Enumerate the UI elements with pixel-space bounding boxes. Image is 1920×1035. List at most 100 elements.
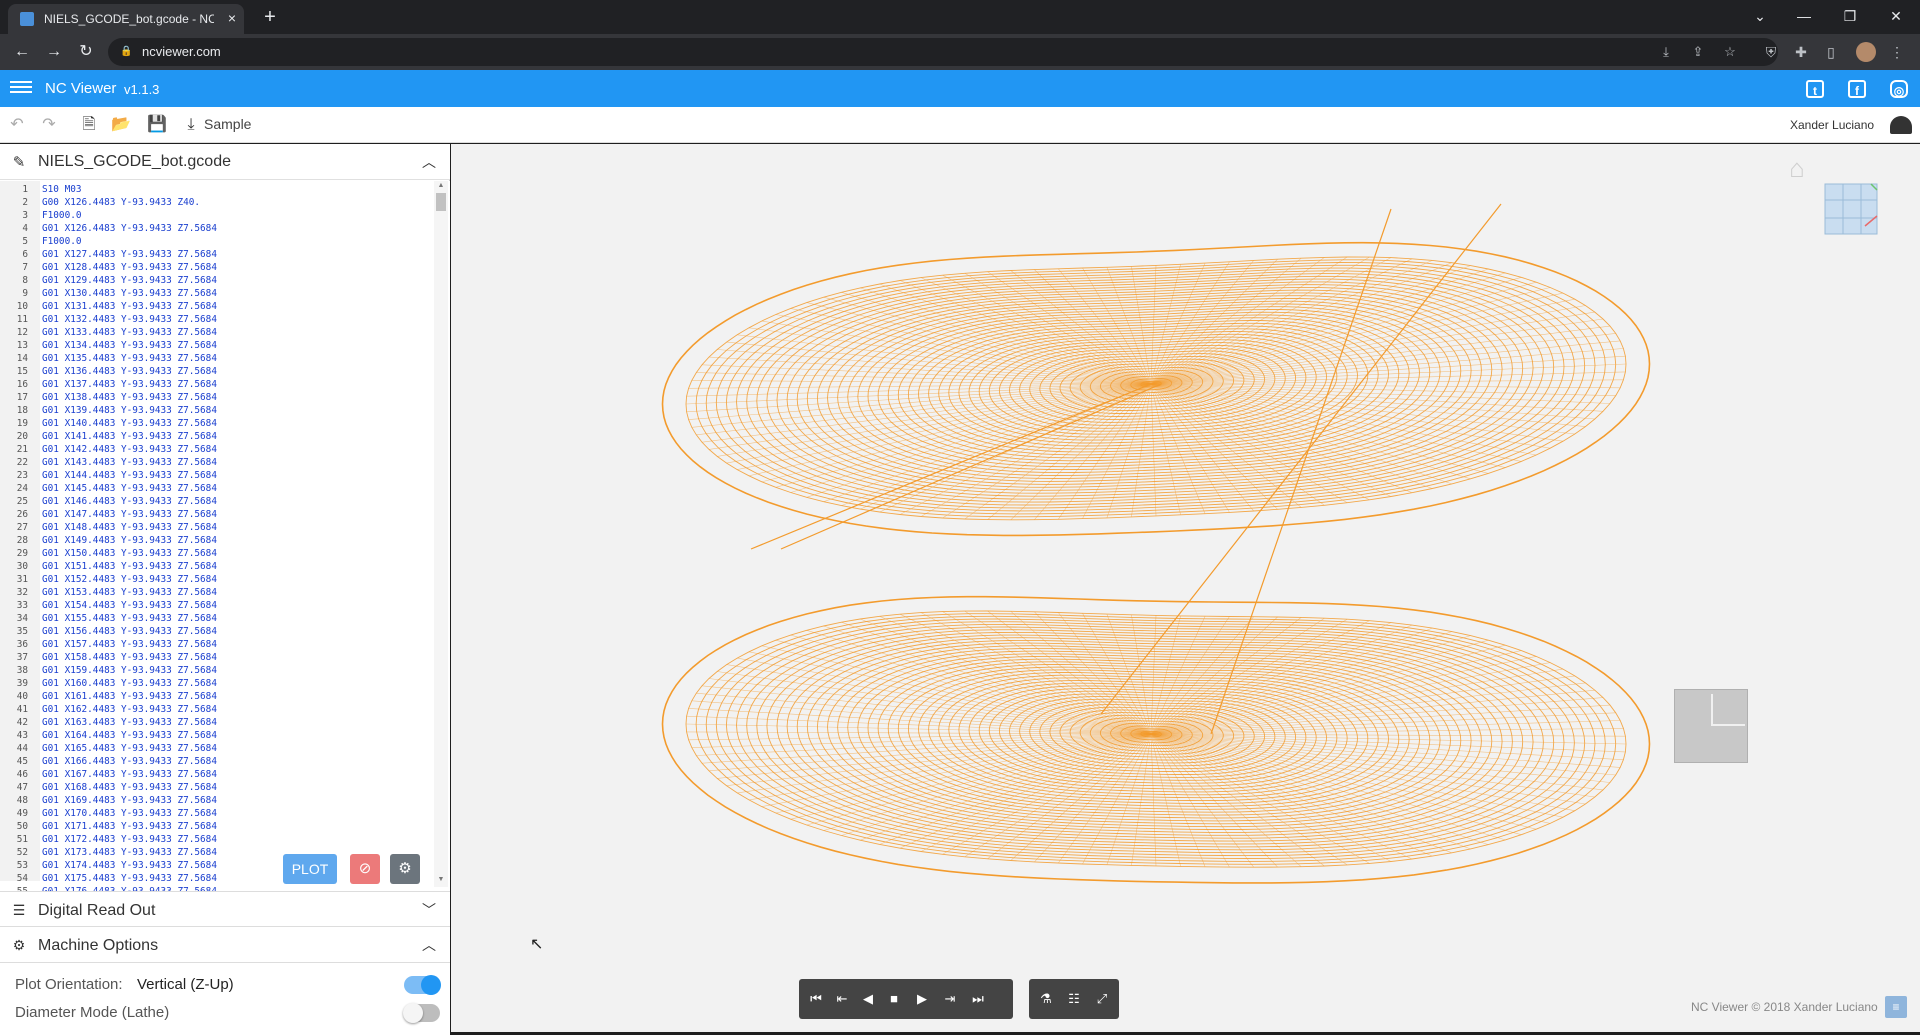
omnibox[interactable]: 🔒 ncviewer.com ⤓ ⇪ ☆ [108,38,1778,66]
sample-button[interactable]: Sample [204,116,251,132]
tab-close-icon[interactable]: × [224,10,240,26]
code-line[interactable]: 29 G01 X150.4483 Y-93.9433 Z7.5684 [0,547,432,560]
line-code[interactable]: G01 X136.4483 Y-93.9433 Z7.5684 [34,365,217,378]
line-code[interactable]: G01 X161.4483 Y-93.9433 Z7.5684 [34,690,217,703]
code-line[interactable]: 1 S10 M03 [0,183,432,196]
line-code[interactable]: G01 X137.4483 Y-93.9433 Z7.5684 [34,378,217,391]
code-line[interactable]: 50 G01 X171.4483 Y-93.9433 Z7.5684 [0,820,432,833]
dro-panel-header[interactable]: ☰ Digital Read Out ﹀ [0,891,450,927]
code-line[interactable]: 7 G01 X128.4483 Y-93.9433 Z7.5684 [0,261,432,274]
line-code[interactable]: F1000.0 [34,235,82,248]
line-code[interactable]: G01 X144.4483 Y-93.9433 Z7.5684 [34,469,217,482]
code-line[interactable]: 37 G01 X158.4483 Y-93.9433 Z7.5684 [0,651,432,664]
line-code[interactable]: G01 X160.4483 Y-93.9433 Z7.5684 [34,677,217,690]
code-line[interactable]: 6 G01 X127.4483 Y-93.9433 Z7.5684 [0,248,432,261]
code-line[interactable]: 34 G01 X155.4483 Y-93.9433 Z7.5684 [0,612,432,625]
code-line[interactable]: 48 G01 X169.4483 Y-93.9433 Z7.5684 [0,794,432,807]
line-code[interactable]: G01 X139.4483 Y-93.9433 Z7.5684 [34,404,217,417]
line-code[interactable]: G01 X141.4483 Y-93.9433 Z7.5684 [34,430,217,443]
save-icon[interactable]: 💾 [146,115,168,135]
file-header[interactable]: ✎ NIELS_GCODE_bot.gcode ︿ [0,144,450,180]
new-tab-button[interactable]: + [258,6,282,28]
line-code[interactable]: G01 X150.4483 Y-93.9433 Z7.5684 [34,547,217,560]
plot-button[interactable]: PLOT [283,854,337,884]
code-line[interactable]: 51 G01 X172.4483 Y-93.9433 Z7.5684 [0,833,432,846]
code-line[interactable]: 4 G01 X126.4483 Y-93.9433 Z7.5684 [0,222,432,235]
line-code[interactable]: G01 X173.4483 Y-93.9433 Z7.5684 [34,846,217,859]
line-code[interactable]: G01 X148.4483 Y-93.9433 Z7.5684 [34,521,217,534]
line-code[interactable]: G01 X138.4483 Y-93.9433 Z7.5684 [34,391,217,404]
code-line[interactable]: 25 G01 X146.4483 Y-93.9433 Z7.5684 [0,495,432,508]
line-code[interactable]: G01 X145.4483 Y-93.9433 Z7.5684 [34,482,217,495]
play-icon[interactable]: ▶ [911,989,933,1009]
chevron-down-icon[interactable]: ﹀ [420,902,438,918]
new-file-icon[interactable]: 🗎 [78,115,100,135]
code-line[interactable]: 13 G01 X134.4483 Y-93.9433 Z7.5684 [0,339,432,352]
line-code[interactable]: G01 X157.4483 Y-93.9433 Z7.5684 [34,638,217,651]
line-code[interactable]: G01 X165.4483 Y-93.9433 Z7.5684 [34,742,217,755]
code-line[interactable]: 22 G01 X143.4483 Y-93.9433 Z7.5684 [0,456,432,469]
redo-icon[interactable]: ↷ [38,115,60,135]
line-code[interactable]: G01 X159.4483 Y-93.9433 Z7.5684 [34,664,217,677]
share-icon[interactable]: ⇪ [1688,43,1708,61]
3d-viewport[interactable]: ⌂ ↖ ⏮ ⇤ ◀ ■ ▶ ⇥ ⏭ ⚗ ☷ ⤢ NC Viewer © 2018… [451,144,1920,1032]
line-code[interactable]: G00 X126.4483 Y-93.9433 Z40. [34,196,200,209]
diameter-mode-toggle[interactable] [403,1003,440,1023]
line-code[interactable]: G01 X151.4483 Y-93.9433 Z7.5684 [34,560,217,573]
line-code[interactable]: G01 X146.4483 Y-93.9433 Z7.5684 [34,495,217,508]
code-lines[interactable]: 1 S10 M03 2 G00 X126.4483 Y-93.9433 Z40. 3 F1… [0,183,432,898]
code-line[interactable]: 31 G01 X152.4483 Y-93.9433 Z7.5684 [0,573,432,586]
line-code[interactable]: G01 X169.4483 Y-93.9433 Z7.5684 [34,794,217,807]
line-code[interactable]: G01 X126.4483 Y-93.9433 Z7.5684 [34,222,217,235]
line-code[interactable]: G01 X162.4483 Y-93.9433 Z7.5684 [34,703,217,716]
code-line[interactable]: 11 G01 X132.4483 Y-93.9433 Z7.5684 [0,313,432,326]
code-line[interactable]: 26 G01 X147.4483 Y-93.9433 Z7.5684 [0,508,432,521]
chevron-up-icon[interactable]: ︿ [420,154,438,170]
code-line[interactable]: 39 G01 X160.4483 Y-93.9433 Z7.5684 [0,677,432,690]
line-code[interactable]: G01 X133.4483 Y-93.9433 Z7.5684 [34,326,217,339]
code-line[interactable]: 24 G01 X145.4483 Y-93.9433 Z7.5684 [0,482,432,495]
line-code[interactable]: G01 X129.4483 Y-93.9433 Z7.5684 [34,274,217,287]
back-icon[interactable]: ← [10,41,34,63]
document-icon[interactable]: ≡ [1885,996,1907,1018]
line-code[interactable]: G01 X152.4483 Y-93.9433 Z7.5684 [34,573,217,586]
code-line[interactable]: 40 G01 X161.4483 Y-93.9433 Z7.5684 [0,690,432,703]
code-line[interactable]: 32 G01 X153.4483 Y-93.9433 Z7.5684 [0,586,432,599]
code-line[interactable]: 35 G01 X156.4483 Y-93.9433 Z7.5684 [0,625,432,638]
code-line[interactable]: 9 G01 X130.4483 Y-93.9433 Z7.5684 [0,287,432,300]
skip-to-end-icon[interactable]: ⏭ [967,989,989,1009]
chevron-up-icon[interactable]: ︿ [420,937,438,953]
step-forward-icon[interactable]: ⇥ [939,989,961,1009]
home-icon[interactable]: ⌂ [1783,155,1811,181]
line-code[interactable]: G01 X143.4483 Y-93.9433 Z7.5684 [34,456,217,469]
browser-tab[interactable]: NIELS_GCODE_bot.gcode - NCViewer × [8,4,244,34]
line-code[interactable]: G01 X128.4483 Y-93.9433 Z7.5684 [34,261,217,274]
code-line[interactable]: 18 G01 X139.4483 Y-93.9433 Z7.5684 [0,404,432,417]
code-line[interactable]: 16 G01 X137.4483 Y-93.9433 Z7.5684 [0,378,432,391]
line-code[interactable]: G01 X164.4483 Y-93.9433 Z7.5684 [34,729,217,742]
line-code[interactable]: G01 X163.4483 Y-93.9433 Z7.5684 [34,716,217,729]
line-code[interactable]: G01 X130.4483 Y-93.9433 Z7.5684 [34,287,217,300]
code-line[interactable]: 19 G01 X140.4483 Y-93.9433 Z7.5684 [0,417,432,430]
line-code[interactable]: G01 X172.4483 Y-93.9433 Z7.5684 [34,833,217,846]
stop-icon[interactable]: ■ [883,989,905,1009]
code-line[interactable]: 38 G01 X159.4483 Y-93.9433 Z7.5684 [0,664,432,677]
facebook-icon[interactable]: f [1848,80,1866,98]
line-code[interactable]: G01 X149.4483 Y-93.9433 Z7.5684 [34,534,217,547]
download-icon[interactable]: ⤓ [180,115,202,135]
undo-icon[interactable]: ↶ [6,115,28,135]
code-line[interactable]: 15 G01 X136.4483 Y-93.9433 Z7.5684 [0,365,432,378]
line-code[interactable]: F1000.0 [34,209,82,222]
sidebar-icon[interactable]: ▯ [1820,41,1842,63]
code-line[interactable]: 46 G01 X167.4483 Y-93.9433 Z7.5684 [0,768,432,781]
editor-scrollbar[interactable]: ▲ ▼ [434,181,448,887]
skip-to-start-icon[interactable]: ⏮ [805,989,827,1009]
sliders-icon[interactable]: ☷ [1063,989,1085,1009]
plot-orientation-toggle[interactable] [404,975,441,995]
cancel-icon[interactable]: ⊘ [350,854,380,884]
tab-search-icon[interactable]: ⌄ [1744,4,1776,28]
view-cube[interactable] [1819,176,1883,240]
menu-icon[interactable]: ⋮ [1886,41,1908,63]
code-line[interactable]: 8 G01 X129.4483 Y-93.9433 Z7.5684 [0,274,432,287]
flask-icon[interactable]: ⚗ [1035,989,1057,1009]
